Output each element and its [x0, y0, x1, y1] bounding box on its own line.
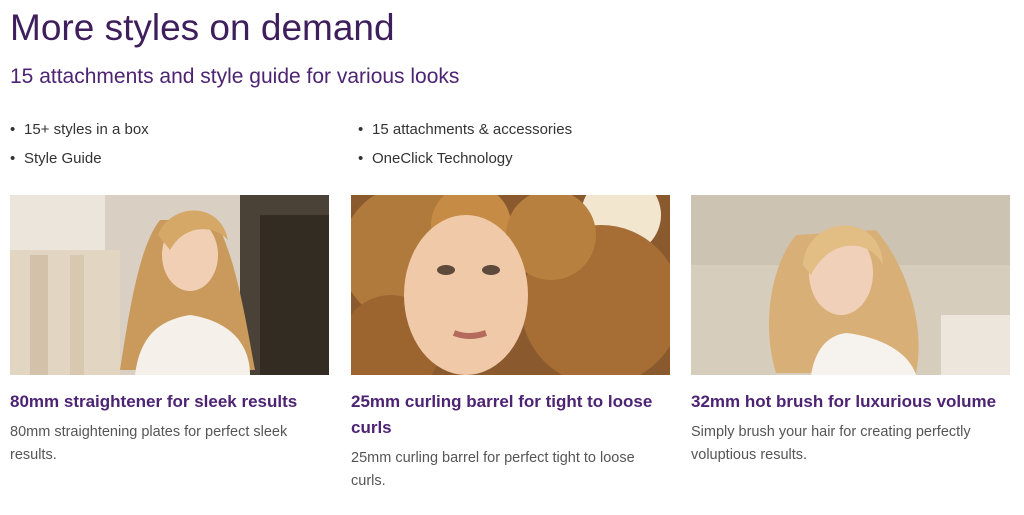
card-title: 25mm curling barrel for tight to loose c…	[351, 392, 653, 437]
page-subtitle: 15 attachments and style guide for vario…	[10, 65, 460, 88]
card-description: 25mm curling barrel for perfect tight to…	[351, 450, 635, 489]
page-title: More styles on demand	[10, 7, 395, 48]
feature-list-left: 15+ styles in a box Style Guide	[10, 115, 149, 173]
style-card-curling-barrel: 25mm curling barrel for tight to loose c…	[351, 195, 671, 493]
feature-item: OneClick Technology	[358, 144, 572, 173]
feature-item: Style Guide	[10, 144, 149, 173]
feature-item: 15 attachments & accessories	[358, 115, 572, 144]
voluminous-hair-photo	[691, 195, 1010, 375]
style-card-hot-brush: 32mm hot brush for luxurious volume Simp…	[691, 195, 1011, 467]
card-description: Simply brush your hair for creating perf…	[691, 424, 971, 463]
style-card-straightener: 80mm straightener for sleek results 80mm…	[10, 195, 330, 467]
card-description: 80mm straightening plates for perfect sl…	[10, 424, 288, 463]
card-title: 80mm straightener for sleek results	[10, 392, 298, 411]
curly-hair-photo	[351, 195, 670, 375]
card-title: 32mm hot brush for luxurious volume	[691, 392, 997, 411]
straight-hair-photo	[10, 195, 329, 375]
feature-item: 15+ styles in a box	[10, 115, 149, 144]
feature-list-right: 15 attachments & accessories OneClick Te…	[358, 115, 572, 173]
